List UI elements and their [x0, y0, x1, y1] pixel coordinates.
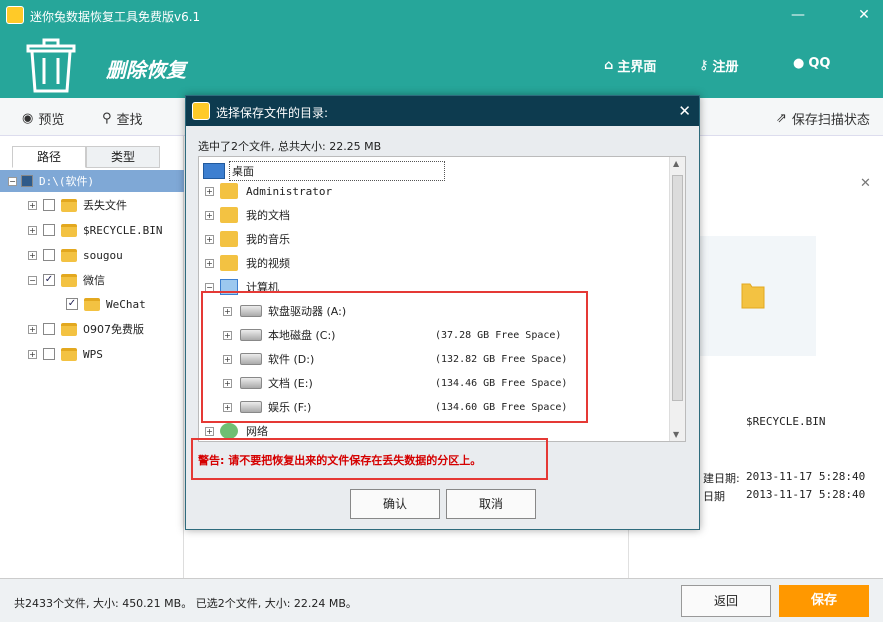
folder-icon	[61, 248, 77, 262]
tree-item[interactable]: + Administrator	[199, 179, 669, 203]
desktop-icon	[203, 163, 225, 179]
tree-item[interactable]: − ✓ 微信	[0, 269, 184, 291]
dialog-app-icon	[192, 102, 210, 120]
dialog-close-button[interactable]: ✕	[678, 102, 691, 120]
expand-icon[interactable]: +	[28, 225, 37, 235]
user-folder-icon	[220, 183, 238, 199]
folder-icon	[61, 198, 77, 212]
confirm-button[interactable]: 确认	[350, 489, 440, 519]
folder-icon	[61, 347, 77, 361]
created-date-label: 建日期:	[703, 472, 740, 485]
nav-qq[interactable]: ● QQ	[793, 56, 830, 71]
search-icon: ⚲	[102, 111, 112, 126]
tab-type[interactable]: 类型	[86, 146, 160, 168]
nav-home[interactable]: ⌂ 主界面	[604, 56, 656, 75]
search-button[interactable]: ⚲ 查找	[102, 109, 143, 128]
tree-checkbox[interactable]	[43, 224, 55, 236]
expand-icon[interactable]: +	[28, 349, 37, 359]
expand-icon[interactable]: +	[205, 234, 214, 244]
tree-item[interactable]: + WPS	[0, 343, 184, 365]
tree-item[interactable]: + 我的视频	[199, 251, 669, 275]
tree-item-drive-d[interactable]: − D:\(软件)	[0, 170, 184, 192]
tree-item[interactable]: + 我的音乐	[199, 227, 669, 251]
title-bar: 迷你兔数据恢复工具免费版v6.1 — ✕	[0, 0, 883, 32]
dialog-title-bar: 选择保存文件的目录: ✕	[186, 96, 699, 126]
tree-scrollbar[interactable]: ▲ ▼	[669, 157, 685, 441]
tree-item[interactable]: + 我的文档	[199, 203, 669, 227]
expand-icon[interactable]: +	[28, 200, 37, 210]
collapse-icon[interactable]: −	[8, 176, 17, 186]
tree-item[interactable]: ✓ WeChat	[0, 293, 184, 315]
folder-icon	[84, 297, 100, 311]
tree-item[interactable]: + $RECYCLE.BIN	[0, 219, 184, 241]
modified-date-value: 2013-11-17 5:28:40	[746, 488, 866, 501]
tree-checkbox[interactable]: ✓	[43, 274, 55, 286]
tree-item[interactable]: + 丢失文件	[0, 194, 184, 216]
tree-checkbox[interactable]: ✓	[66, 298, 78, 310]
left-panel: 路径 类型 − D:\(软件) + 丢失文件 + $RECYCLE.BIN + …	[0, 136, 184, 578]
expand-icon[interactable]: +	[205, 258, 214, 268]
folder-preview-icon	[741, 283, 765, 309]
nav-register[interactable]: ⚷ 注册	[699, 56, 739, 75]
tab-path[interactable]: 路径	[12, 146, 86, 168]
tree-checkbox[interactable]	[43, 199, 55, 211]
tree-checkbox[interactable]	[43, 323, 55, 335]
folder-icon	[61, 273, 77, 287]
expand-icon[interactable]: +	[28, 324, 37, 334]
preview-box	[700, 236, 816, 356]
network-icon	[220, 423, 238, 439]
modified-date-label: 日期	[703, 490, 725, 503]
preview-file-name: $RECYCLE.BIN	[746, 415, 826, 428]
save-directory-dialog: 选择保存文件的目录: ✕ 选中了2个文件, 总共大小: 22.25 MB 桌面 …	[185, 95, 700, 530]
qq-icon: ●	[793, 56, 805, 71]
scroll-down-icon[interactable]: ▼	[673, 430, 679, 439]
expand-icon[interactable]: +	[28, 250, 37, 260]
tree-item[interactable]: + sougou	[0, 244, 184, 266]
minimize-button[interactable]: —	[786, 4, 810, 26]
save-scan-state-button[interactable]: ⇗ 保存扫描状态	[776, 109, 870, 128]
warning-text: 警告: 请不要把恢复出来的文件保存在丢失数据的分区上。	[198, 454, 482, 467]
expand-icon[interactable]: +	[205, 210, 214, 220]
tree-checkbox[interactable]	[21, 175, 33, 187]
app-logo-icon	[6, 6, 24, 24]
expand-icon[interactable]: +	[205, 426, 214, 436]
music-folder-icon	[220, 231, 238, 247]
expand-icon[interactable]: +	[205, 186, 214, 196]
tree-checkbox[interactable]	[43, 249, 55, 261]
close-button[interactable]: ✕	[852, 4, 876, 26]
window-title: 迷你兔数据恢复工具免费版v6.1	[30, 10, 201, 24]
eye-icon: ◉	[22, 111, 34, 126]
save-button[interactable]: 保存	[779, 585, 869, 617]
mode-title: 删除恢复	[106, 58, 186, 82]
folder-icon	[61, 322, 77, 336]
header: 删除恢复 ⌂ 主界面 ⚷ 注册 ● QQ	[0, 32, 883, 98]
collapse-icon[interactable]: −	[28, 275, 37, 285]
dialog-title: 选择保存文件的目录:	[216, 106, 329, 120]
key-icon: ⚷	[699, 58, 709, 73]
status-bar: 共2433个文件, 大小: 450.21 MB。 已选2个文件, 大小: 22.…	[0, 578, 883, 622]
video-folder-icon	[220, 255, 238, 271]
scrollbar-thumb[interactable]	[672, 175, 683, 401]
tree-item[interactable]: + 0907免费版	[0, 318, 184, 340]
status-summary: 共2433个文件, 大小: 450.21 MB。 已选2个文件, 大小: 22.…	[14, 597, 357, 610]
preview-button[interactable]: ◉ 预览	[22, 109, 64, 128]
scroll-up-icon[interactable]: ▲	[673, 159, 679, 168]
created-date-value: 2013-11-17 5:28:40	[746, 470, 866, 483]
view-tabs: 路径 类型	[12, 146, 172, 168]
preview-close-button[interactable]: ✕	[860, 176, 871, 191]
drives-highlight-box	[201, 291, 588, 423]
back-button[interactable]: 返回	[681, 585, 771, 617]
export-icon: ⇗	[776, 111, 787, 126]
selection-info: 选中了2个文件, 总共大小: 22.25 MB	[198, 140, 382, 153]
documents-folder-icon	[220, 207, 238, 223]
home-icon: ⌂	[604, 58, 614, 73]
folder-icon	[61, 223, 77, 237]
tree-checkbox[interactable]	[43, 348, 55, 360]
cancel-button[interactable]: 取消	[446, 489, 536, 519]
trash-icon	[26, 38, 76, 93]
